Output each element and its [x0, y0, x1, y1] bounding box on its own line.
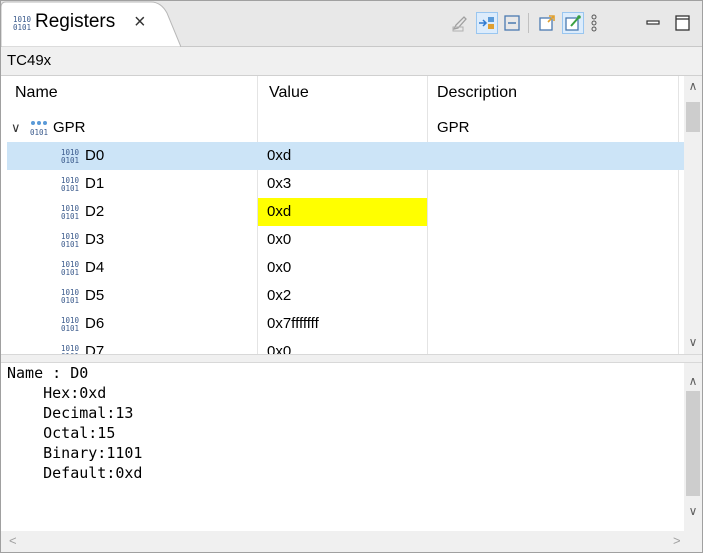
register-group-row[interactable]: ∨ 0101 GPR GPR [7, 114, 684, 142]
register-name: D7 [85, 343, 105, 354]
close-icon[interactable]: × [134, 11, 146, 34]
view-tab-bar: 1010 0101 Registers × [1, 1, 702, 47]
header-name[interactable]: Name [15, 84, 58, 102]
detail-line: Default:0xd [7, 464, 143, 482]
table-vertical-scrollbar[interactable]: ∧ ∨ [684, 76, 702, 354]
export-icon[interactable] [536, 12, 558, 34]
configure-icon[interactable] [562, 12, 584, 34]
svg-text:0101: 0101 [61, 212, 79, 221]
registers-view: 1010 0101 Registers × TC49x Name Value D… [0, 0, 703, 553]
binary-register-icon: 10100101 [61, 315, 81, 333]
tab-label: Registers [35, 11, 116, 32]
detail-line: Binary:1101 [7, 444, 143, 462]
binary-register-icon: 10100101 [61, 203, 81, 221]
detail-lines: Name : D0 Hex:0xd Decimal:13 Octal:15 Bi… [7, 363, 684, 483]
register-row[interactable]: 1010 0101 D1 0x3 [7, 170, 684, 198]
register-row[interactable]: 10100101 D7 0x0 [7, 338, 684, 354]
binary-register-icon: 10100101 [61, 343, 81, 354]
register-value[interactable]: 0x7fffffff [258, 310, 427, 338]
register-detail-pane: Name : D0 Hex:0xd Decimal:13 Octal:15 Bi… [7, 363, 684, 531]
register-row[interactable]: 1010 0101 D5 0x2 [7, 282, 684, 310]
detail-vertical-scrollbar[interactable]: ∧ ∨ [684, 363, 702, 531]
register-value[interactable]: 0x0 [258, 226, 427, 254]
binary-register-icon: 10100101 [61, 259, 81, 277]
svg-text:0101: 0101 [30, 128, 48, 137]
detail-line: Octal:15 [7, 424, 116, 442]
detail-horizontal-scrollbar[interactable]: < > [1, 531, 702, 552]
group-description: GPR [437, 119, 470, 136]
binary-register-icon: 10100101 [61, 175, 81, 193]
register-row[interactable]: 1010 0101 D0 0xd [7, 142, 684, 170]
table-header: Name Value Description [7, 76, 684, 114]
scroll-up-icon[interactable]: ∧ [684, 78, 702, 94]
register-name: D0 [85, 147, 105, 164]
register-name: D3 [85, 231, 105, 248]
svg-text:0101: 0101 [61, 156, 79, 165]
register-row[interactable]: 1010 0101 D2 0xd [7, 198, 684, 226]
edit-icon[interactable] [449, 12, 471, 34]
register-value[interactable]: 0x0 [258, 338, 427, 354]
device-label-bar: TC49x [1, 47, 702, 76]
scrollbar-thumb[interactable] [686, 391, 700, 496]
maximize-icon[interactable] [671, 12, 693, 34]
tab-registers[interactable]: 1010 0101 Registers × [1, 1, 181, 47]
binary-register-icon: 1010 0101 [13, 15, 32, 32]
group-name: GPR [53, 119, 86, 136]
binary-register-icon: 10100101 [61, 231, 81, 249]
register-value[interactable]: 0x2 [258, 282, 427, 310]
device-name: TC49x [7, 52, 52, 69]
link-with-debug-context-icon[interactable] [476, 12, 498, 34]
svg-text:0101: 0101 [61, 240, 79, 249]
svg-text:0101: 0101 [61, 324, 79, 333]
minimize-icon[interactable] [642, 12, 664, 34]
detail-line: Decimal:13 [7, 404, 134, 422]
svg-text:0101: 0101 [61, 184, 79, 193]
register-name: D4 [85, 259, 105, 276]
binary-register-icon: 10100101 [61, 147, 81, 165]
register-name: D2 [85, 203, 105, 220]
register-name: D1 [85, 175, 105, 192]
header-value[interactable]: Value [269, 84, 309, 102]
scroll-down-icon[interactable]: ∨ [684, 334, 702, 350]
scrollbar-thumb[interactable] [686, 102, 700, 132]
scroll-left-icon[interactable]: < [9, 533, 17, 548]
register-value[interactable]: 0x3 [258, 170, 427, 198]
toolbar-separator [528, 13, 529, 33]
svg-text:0101: 0101 [61, 296, 79, 305]
register-row[interactable]: 1010 0101 D4 0x0 [7, 254, 684, 282]
register-table: Name Value Description ∨ 0101 GPR GPR 10… [7, 76, 684, 354]
more-options-icon[interactable] [587, 12, 601, 34]
register-name: D6 [85, 315, 105, 332]
svg-text:0101: 0101 [13, 23, 31, 31]
chevron-down-icon[interactable]: ∨ [11, 114, 21, 142]
scroll-right-icon[interactable]: > [673, 533, 681, 548]
register-row[interactable]: 1010 0101 D6 0x7fffffff [7, 310, 684, 338]
register-value[interactable]: 0x0 [258, 254, 427, 282]
register-value[interactable]: 0xd [258, 198, 427, 226]
collapse-all-icon[interactable] [501, 12, 523, 34]
detail-line: Name : D0 [7, 364, 89, 382]
header-description[interactable]: Description [437, 84, 517, 102]
scroll-down-icon[interactable]: ∨ [684, 503, 702, 519]
register-name: D5 [85, 287, 105, 304]
register-value[interactable]: 0xd [258, 142, 427, 170]
scroll-up-icon[interactable]: ∧ [684, 373, 702, 389]
register-group-icon: 0101 [29, 119, 49, 137]
register-row[interactable]: 1010 0101 D3 0x0 [7, 226, 684, 254]
svg-text:0101: 0101 [61, 268, 79, 277]
detail-line: Hex:0xd [7, 384, 107, 402]
binary-register-icon: 10100101 [61, 287, 81, 305]
pane-splitter[interactable] [1, 354, 702, 363]
